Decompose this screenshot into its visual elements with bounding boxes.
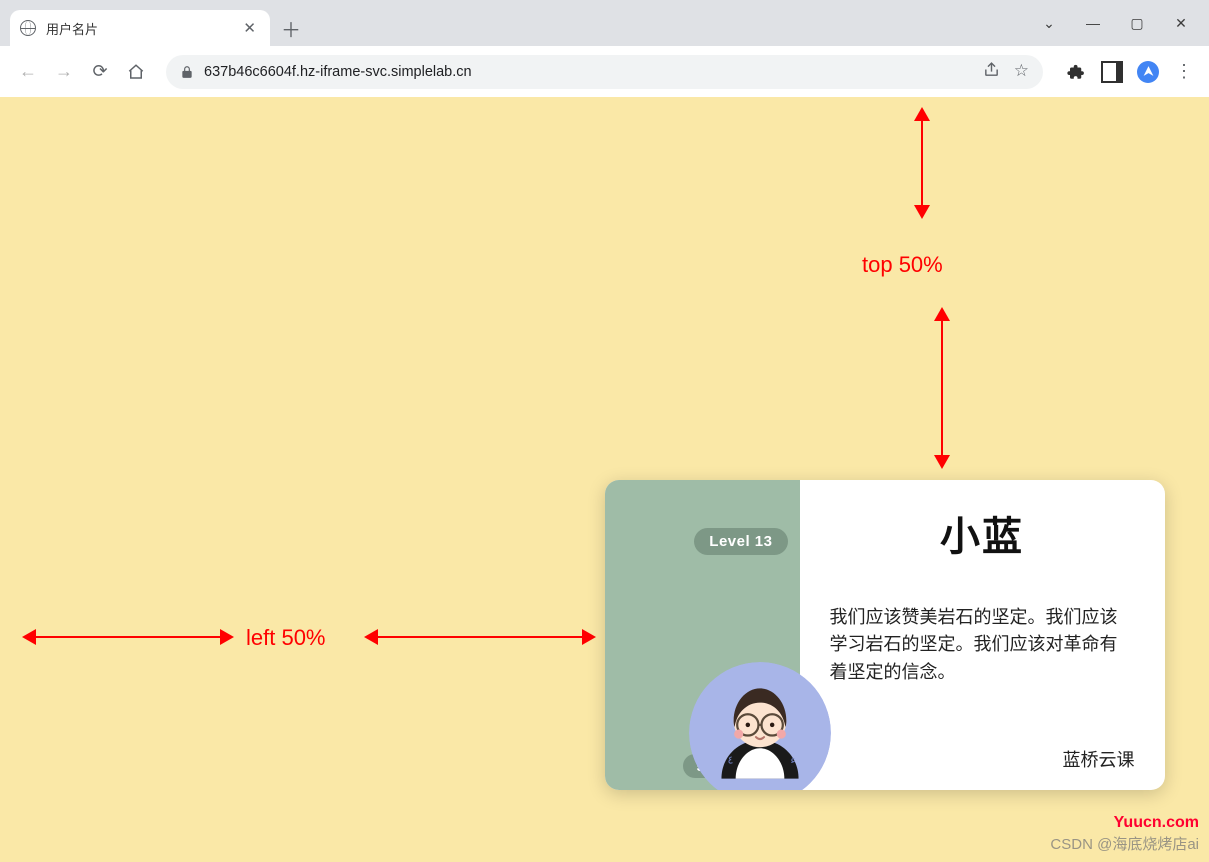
tab-search-button[interactable]: ⌄ xyxy=(1027,5,1071,41)
omnibox-actions: ☆ xyxy=(983,61,1029,83)
profile-avatar-icon[interactable] xyxy=(1137,61,1159,83)
nav-back-button[interactable]: ← xyxy=(14,58,42,86)
url-text: 637b46c6604f.hz-iframe-svc.simplelab.cn xyxy=(204,64,472,80)
toolbar: ← → ⟳ 637b46c6604f.hz-iframe-svc.simplel… xyxy=(0,46,1209,97)
watermark-site: Yuucn.com xyxy=(1114,814,1199,832)
page-viewport: top 50% left 50% Level 13 531 xyxy=(0,97,1209,862)
tab-title: 用户名片 xyxy=(46,19,229,38)
window-close-button[interactable]: ✕ xyxy=(1159,5,1203,41)
browser-chrome: 用户名片 ✕ ＋ ⌄ — ▢ ✕ ← → ⟳ 637b46c6604f.hz-i… xyxy=(0,0,1209,97)
annotation-left-label: left 50% xyxy=(246,625,326,651)
share-icon[interactable] xyxy=(983,61,1000,83)
bookmark-star-icon[interactable]: ☆ xyxy=(1014,61,1029,83)
globe-icon xyxy=(20,20,36,36)
new-tab-button[interactable]: ＋ xyxy=(276,13,306,43)
user-description: 我们应该赞美岩石的坚定。我们应该学习岩石的坚定。我们应该对革命有着坚定的信念。 xyxy=(830,604,1135,688)
level-badge: Level 13 xyxy=(694,528,787,555)
browser-tab[interactable]: 用户名片 ✕ xyxy=(10,10,270,46)
card-source: 蓝桥云课 xyxy=(830,746,1135,772)
window-minimize-button[interactable]: — xyxy=(1071,5,1115,41)
window-controls: ⌄ — ▢ ✕ xyxy=(1027,0,1209,46)
nav-forward-button[interactable]: → xyxy=(50,58,78,86)
extensions-row: ⋮ xyxy=(1059,61,1195,83)
lock-icon xyxy=(180,65,194,79)
user-card: Level 13 531 ٤ xyxy=(605,480,1165,790)
address-bar[interactable]: 637b46c6604f.hz-iframe-svc.simplelab.cn … xyxy=(166,55,1043,89)
extensions-icon[interactable] xyxy=(1065,61,1087,83)
annotation-top-label: top 50% xyxy=(862,252,943,278)
side-panel-icon[interactable] xyxy=(1101,61,1123,83)
window-maximize-button[interactable]: ▢ xyxy=(1115,5,1159,41)
card-left-panel: Level 13 531 ٤ xyxy=(605,480,800,790)
tab-strip: 用户名片 ✕ ＋ ⌄ — ▢ ✕ xyxy=(0,0,1209,46)
user-name: 小蓝 xyxy=(830,504,1135,562)
tab-close-button[interactable]: ✕ xyxy=(239,19,260,37)
watermark-author: CSDN @海底烧烤店ai xyxy=(1050,833,1199,854)
nav-home-button[interactable] xyxy=(122,58,150,86)
chrome-menu-button[interactable]: ⋮ xyxy=(1173,61,1195,83)
card-right-panel: 小蓝 我们应该赞美岩石的坚定。我们应该学习岩石的坚定。我们应该对革命有着坚定的信… xyxy=(800,480,1165,790)
nav-reload-button[interactable]: ⟳ xyxy=(86,58,114,86)
svg-text:٤: ٤ xyxy=(727,754,733,766)
svg-text:ء: ء xyxy=(790,754,795,766)
